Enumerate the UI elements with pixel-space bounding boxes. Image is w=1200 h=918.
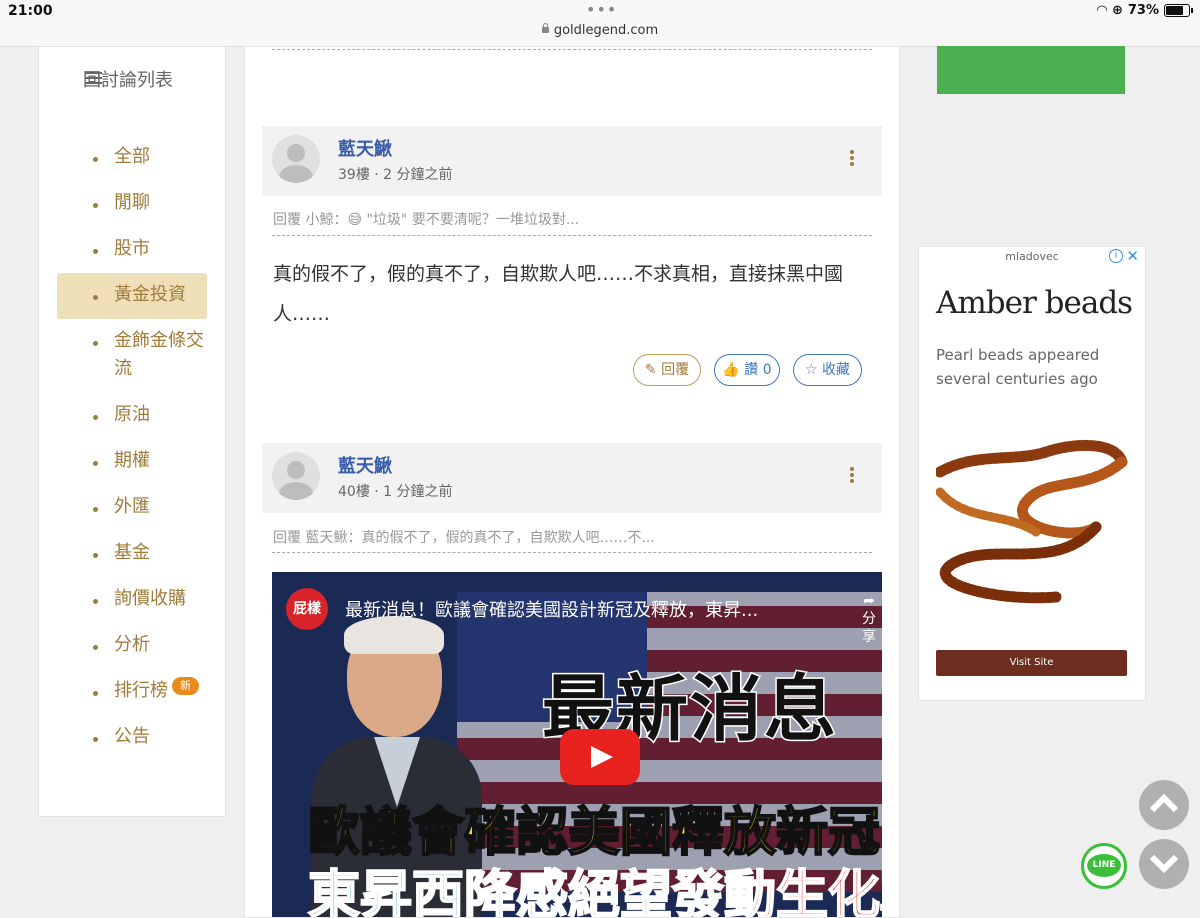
reply-button[interactable]: ✎ 回覆 <box>633 354 701 386</box>
like-button[interactable]: 👍 讚 0 <box>714 354 780 386</box>
category-item[interactable]: 排行榜新 <box>57 669 225 715</box>
reply-quote[interactable]: 回覆 小鯨：😅 "垃圾" 要不要清呢？一堆垃圾對... <box>273 209 579 229</box>
share-button[interactable]: ➦ 分享 <box>856 592 882 646</box>
back-to-list-link[interactable]: 回討論列表 <box>57 67 217 95</box>
category-item[interactable]: 金飾金條交流 <box>57 319 225 393</box>
category-item[interactable]: 股市 <box>57 227 225 273</box>
avatar[interactable] <box>272 452 320 500</box>
category-item-active[interactable]: 黃金投資 <box>57 273 207 319</box>
category-sidebar: 回討論列表 全部 閒聊 股市 黃金投資 金飾金條交流 原油 期權 外匯 基金 詢… <box>38 46 226 817</box>
category-item[interactable]: 公告 <box>57 715 225 761</box>
post-username[interactable]: 藍天鰍 <box>338 135 392 161</box>
reply-quote[interactable]: 回覆 藍天鰍：真的假不了，假的真不了，自欺欺人吧……不... <box>273 527 655 547</box>
category-item[interactable]: 基金 <box>57 531 225 577</box>
status-icons: ◠ ⊕ 73% <box>1096 3 1193 18</box>
line-share-button[interactable]: LINE <box>1081 843 1127 889</box>
chevron-down-icon <box>1149 844 1179 874</box>
favorite-button[interactable]: ☆ 收藏 <box>793 354 862 386</box>
category-item[interactable]: 外匯 <box>57 485 225 531</box>
chevron-up-icon <box>1149 793 1179 823</box>
share-icon: ➦ <box>863 593 875 609</box>
ad-info-icon[interactable]: i <box>1109 249 1123 263</box>
lock-icon <box>541 23 549 33</box>
category-item[interactable]: 全部 <box>57 135 225 181</box>
battery-percent: 73% <box>1127 3 1159 18</box>
ad-title[interactable]: Amber beads <box>936 285 1133 321</box>
close-icon[interactable]: ✕ <box>1126 247 1139 265</box>
clock: 21:00 <box>8 3 53 19</box>
divider <box>272 552 872 553</box>
pencil-icon: ✎ <box>644 362 662 378</box>
category-item[interactable]: 分析 <box>57 623 225 669</box>
thumbs-up-icon: 👍 <box>722 362 745 378</box>
browser-status-bar: 21:00 ••• goldlegend.com ◠ ⊕ 73% <box>0 0 1200 47</box>
post-menu-icon[interactable] <box>850 467 854 485</box>
star-icon: ☆ <box>804 362 822 378</box>
channel-logo[interactable]: 屁樣 <box>286 588 328 630</box>
youtube-embed[interactable]: 屁樣 最新消息！歐議會確認美國設計新冠及釋放，東昇... ➦ 分享 最新消息 歐議… <box>272 572 882 917</box>
divider <box>272 49 872 50</box>
post-header: 藍天鰍 40樓 · 1 分鐘之前 <box>262 443 882 513</box>
url-text: goldlegend.com <box>553 23 659 38</box>
address-bar[interactable]: goldlegend.com <box>0 23 1200 38</box>
post-floor-time: 40樓 · 1 分鐘之前 <box>338 484 453 500</box>
category-item[interactable]: 原油 <box>57 393 225 439</box>
scroll-down-button[interactable] <box>1139 839 1189 889</box>
ad-subtitle: Pearl beads appeared several centuries a… <box>936 346 1100 388</box>
battery-icon <box>1164 4 1193 17</box>
post-menu-icon[interactable] <box>850 150 854 168</box>
category-item[interactable]: 閒聊 <box>57 181 225 227</box>
thread-main: 藍天鰍 39樓 · 2 分鐘之前 回覆 小鯨：😅 "垃圾" 要不要清呢？一堆垃圾… <box>244 46 900 918</box>
visit-site-button[interactable]: Visit Site <box>936 650 1127 676</box>
amber-beads-ad[interactable]: mladovec i ✕ Amber beads Pearl beads app… <box>918 246 1146 701</box>
scroll-up-button[interactable] <box>1139 780 1189 830</box>
more-dots-icon[interactable]: ••• <box>586 0 617 19</box>
post-floor-time: 39樓 · 2 分鐘之前 <box>338 167 453 183</box>
avatar[interactable] <box>272 135 320 183</box>
video-title[interactable]: 最新消息！歐議會確認美國設計新冠及釋放，東昇... <box>345 596 758 622</box>
amber-necklace-image <box>936 439 1128 604</box>
wifi-icon: ◠ <box>1096 3 1107 18</box>
thumbnail-headline-2: 東昇西降感絕望發動生化戰 <box>307 865 882 917</box>
post-username[interactable]: 藍天鰍 <box>338 452 392 478</box>
line-icon: LINE <box>1087 854 1121 877</box>
post-content: 真的假不了，假的真不了，自欺欺人吧……不求真相，直接抹黑中國人…… <box>273 263 844 325</box>
post-header: 藍天鰍 39樓 · 2 分鐘之前 <box>262 126 882 196</box>
rotation-lock-icon: ⊕ <box>1111 3 1123 18</box>
divider <box>272 235 872 236</box>
play-button[interactable] <box>560 729 640 785</box>
new-badge: 新 <box>172 677 199 695</box>
category-item[interactable]: 期權 <box>57 439 225 485</box>
green-banner-ad[interactable] <box>937 46 1125 94</box>
category-list: 全部 閒聊 股市 黃金投資 金飾金條交流 原油 期權 外匯 基金 詢價收購 分析… <box>57 135 225 761</box>
category-item[interactable]: 詢價收購 <box>57 577 225 623</box>
